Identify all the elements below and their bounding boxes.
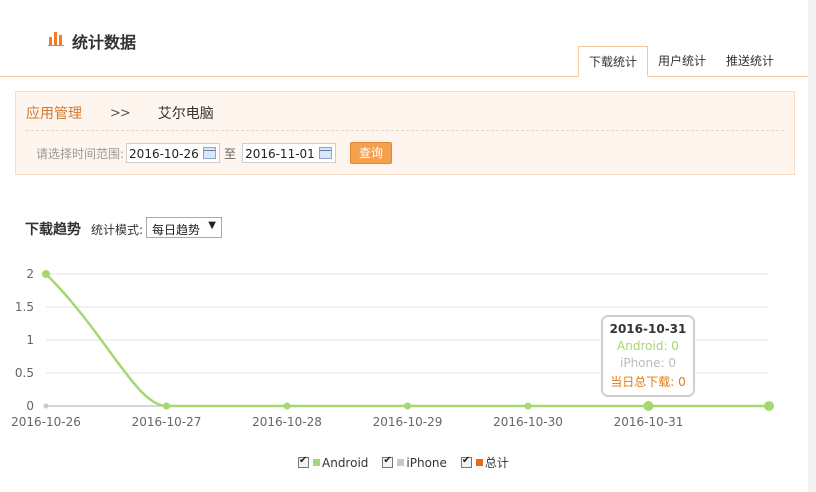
legend-item-iphone[interactable]: iPhone [382, 455, 447, 470]
data-point [283, 402, 291, 410]
start-date-input[interactable]: 2016-10-26 [126, 143, 221, 163]
data-point [43, 403, 49, 409]
breadcrumb-separator: >> [110, 105, 131, 121]
end-date-value: 2016-11-01 [245, 147, 315, 161]
legend-label: iPhone [406, 455, 447, 470]
data-point [163, 402, 170, 410]
y-tick-label: 0.5 [15, 366, 34, 380]
tooltip-iphone: iPhone: 0 [620, 356, 676, 370]
calendar-icon[interactable] [319, 147, 333, 159]
date-range-label: 请选择时间范围: [36, 146, 125, 161]
tab-download-stats[interactable]: 下载统计 [577, 46, 648, 77]
page-scrollbar-track [808, 0, 816, 492]
tooltip-total: 当日总下载: 0 [610, 375, 686, 389]
x-tick-label: 2016-10-27 [132, 415, 202, 429]
checkbox[interactable] [298, 455, 309, 468]
legend-swatch [475, 459, 483, 466]
data-point [524, 402, 532, 410]
legend-item-android[interactable]: Android [298, 455, 369, 470]
legend-label: 总计 [484, 456, 509, 470]
data-point [42, 270, 50, 278]
x-tick-label: 2016-10-30 [493, 415, 563, 429]
chevron-down-icon: ▼ [208, 220, 216, 231]
y-tick-label: 2 [26, 267, 34, 281]
end-date-input[interactable]: 2016-11-01 [242, 143, 337, 163]
data-point [404, 402, 411, 410]
x-tick-label: 2016-10-31 [614, 415, 684, 429]
x-tick-label: 2016-10-29 [373, 415, 443, 429]
download-trend-title: 下载趋势 [25, 222, 81, 238]
legend-swatch [397, 459, 405, 466]
tab-push-stats[interactable]: 推送统计 [716, 46, 784, 75]
filter-panel: 应用管理 >> 艾尔电脑 请选择时间范围: 2016-10-26 至 2016-… [15, 91, 795, 175]
legend-swatch [313, 459, 320, 466]
y-tick-label: 0 [26, 399, 34, 413]
filter-divider [26, 130, 784, 131]
stats-mode-select[interactable]: 每日趋势 ▼ [146, 217, 222, 238]
stats-mode-label: 统计模式: [91, 223, 144, 237]
date-range-to-label: 至 [224, 146, 237, 161]
stats-tabs: 下载统计 用户统计 推送统计 [577, 46, 784, 77]
legend-item-total[interactable]: 总计 [460, 454, 509, 471]
breadcrumb-current-app: 艾尔电脑 [157, 106, 214, 122]
tab-user-stats[interactable]: 用户统计 [648, 46, 716, 75]
date-range-row: 请选择时间范围: 2016-10-26 至 2016-11-01 查询 [36, 142, 393, 164]
bar-chart-icon [48, 32, 64, 46]
calendar-icon[interactable] [203, 147, 217, 159]
chart-legend: Android iPhone 总计 [298, 454, 509, 471]
checkbox[interactable] [460, 455, 472, 468]
start-date-value: 2016-10-26 [129, 147, 199, 161]
x-tick-label: 2016-10-26 [11, 415, 81, 429]
page-title: 统计数据 [72, 33, 137, 52]
data-point [643, 401, 654, 411]
tooltip-android: Android: 0 [617, 339, 679, 353]
y-tick-label: 1 [26, 333, 34, 347]
breadcrumb: 应用管理 >> 艾尔电脑 [26, 103, 214, 123]
breadcrumb-app-management[interactable]: 应用管理 [26, 103, 82, 123]
checkbox[interactable] [382, 455, 394, 468]
y-tick-label: 1.5 [15, 300, 34, 314]
tooltip-date: 2016-10-31 [609, 322, 687, 336]
data-point [764, 401, 774, 411]
stats-mode-value: 每日趋势 [152, 223, 201, 237]
x-tick-label: 2016-10-28 [252, 415, 322, 429]
page-header: 统计数据 下载统计 用户统计 推送统计 [0, 0, 808, 77]
query-button[interactable]: 查询 [350, 142, 393, 164]
legend-label: Android [322, 455, 369, 470]
chart-tooltip: 2016-10-31 Android: 0 iPhone: 0 当日总下载: 0 [601, 315, 695, 397]
